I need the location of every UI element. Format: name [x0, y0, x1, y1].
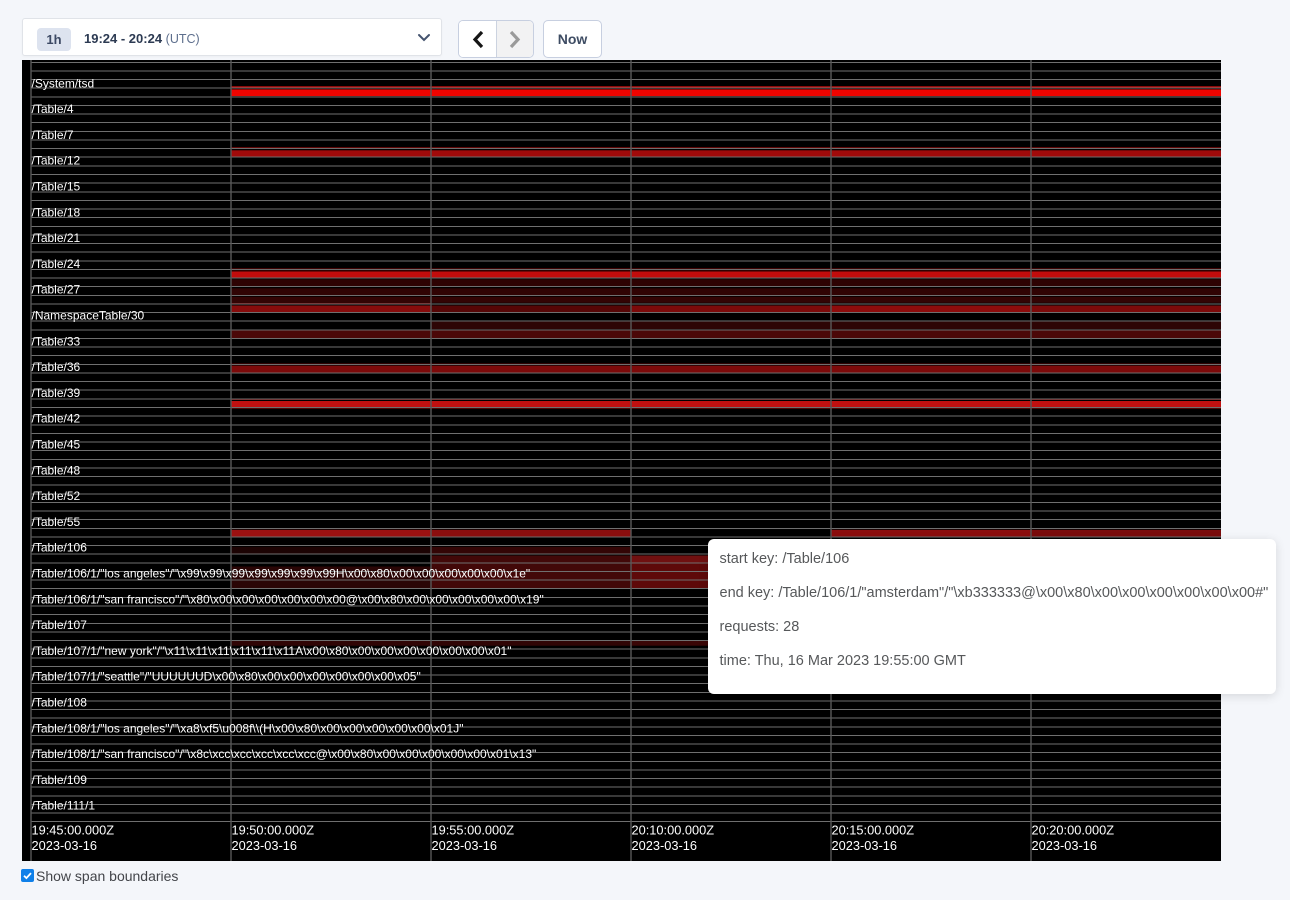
svg-text:/Table/106/1/"los angeles"/"\x: /Table/106/1/"los angeles"/"\x99\x99\x99… [32, 567, 531, 581]
svg-text:/Table/107/1/"new york"/"\x11\: /Table/107/1/"new york"/"\x11\x11\x11\x1… [32, 644, 512, 658]
svg-text:/Table/15: /Table/15 [32, 180, 81, 194]
svg-text:2023-03-16: 2023-03-16 [1032, 838, 1097, 853]
svg-text:/Table/33: /Table/33 [32, 334, 81, 348]
svg-text:/Table/4: /Table/4 [32, 102, 74, 116]
svg-text:/Table/55: /Table/55 [32, 515, 81, 529]
svg-text:/Table/108/1/"san francisco"/": /Table/108/1/"san francisco"/"\x8c\xcc\x… [32, 747, 537, 761]
svg-text:19:50:00.000Z: 19:50:00.000Z [232, 823, 315, 838]
svg-text:/Table/39: /Table/39 [32, 386, 81, 400]
svg-text:2023-03-16: 2023-03-16 [832, 838, 897, 853]
svg-text:/Table/27: /Table/27 [32, 283, 81, 297]
svg-text:2023-03-16: 2023-03-16 [632, 838, 697, 853]
svg-text:/Table/48: /Table/48 [32, 463, 81, 477]
svg-text:2023-03-16: 2023-03-16 [432, 838, 497, 853]
svg-text:/Table/45: /Table/45 [32, 438, 81, 452]
svg-text:/Table/36: /Table/36 [32, 360, 81, 374]
svg-text:/Table/21: /Table/21 [32, 231, 81, 245]
svg-text:/Table/24: /Table/24 [32, 257, 81, 271]
svg-text:2023-03-16: 2023-03-16 [232, 838, 297, 853]
svg-text:19:45:00.000Z: 19:45:00.000Z [32, 823, 115, 838]
svg-text:/Table/18: /Table/18 [32, 205, 81, 219]
svg-text:20:10:00.000Z: 20:10:00.000Z [632, 823, 715, 838]
svg-text:/NamespaceTable/30: /NamespaceTable/30 [32, 309, 145, 323]
svg-text:/Table/106: /Table/106 [32, 541, 88, 555]
svg-text:2023-03-16: 2023-03-16 [32, 838, 97, 853]
svg-text:/Table/52: /Table/52 [32, 489, 81, 503]
svg-text:/System/tsd: /System/tsd [32, 76, 95, 90]
svg-text:/Table/108/1/"los angeles"/"\x: /Table/108/1/"los angeles"/"\xa8\xf5\u00… [32, 721, 464, 735]
svg-text:/Table/106/1/"san francisco"/": /Table/106/1/"san francisco"/"\x80\x00\x… [32, 592, 544, 606]
svg-text:/Table/7: /Table/7 [32, 128, 74, 142]
svg-text:/Table/42: /Table/42 [32, 412, 81, 426]
svg-text:/Table/12: /Table/12 [32, 154, 81, 168]
svg-text:/Table/107/1/"seattle"/"UUUUUU: /Table/107/1/"seattle"/"UUUUUUD\x00\x80\… [32, 670, 421, 684]
svg-text:/Table/107: /Table/107 [32, 618, 88, 632]
svg-text:19:55:00.000Z: 19:55:00.000Z [432, 823, 515, 838]
svg-text:/Table/111/1: /Table/111/1 [32, 799, 96, 813]
svg-text:20:15:00.000Z: 20:15:00.000Z [832, 823, 915, 838]
svg-text:/Table/109: /Table/109 [32, 773, 88, 787]
svg-text:/Table/108: /Table/108 [32, 696, 88, 710]
svg-text:20:20:00.000Z: 20:20:00.000Z [1032, 823, 1115, 838]
